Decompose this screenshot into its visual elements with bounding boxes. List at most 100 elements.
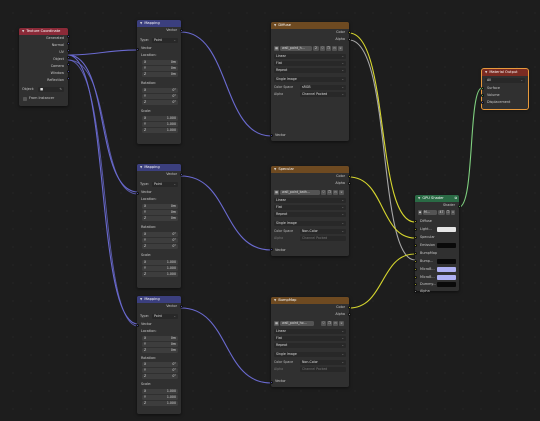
collapse-arrow-icon[interactable]: ▼ [140, 20, 142, 27]
location-z[interactable]: Z 0m [142, 348, 178, 353]
type-dropdown[interactable]: Point ⌄ [152, 182, 178, 187]
socket-reflection[interactable] [66, 77, 70, 80]
color-space-dropdown[interactable]: sRGB ⌄ [300, 85, 346, 90]
socket-mapping2-out[interactable] [179, 173, 183, 176]
from-instancer-checkbox[interactable] [23, 97, 27, 101]
scale-z[interactable]: Z 1.000 [142, 272, 178, 277]
socket-gpu-microbump-1[interactable] [413, 268, 417, 271]
collapse-arrow-icon[interactable]: ▼ [22, 28, 24, 35]
bump-swatch[interactable] [437, 259, 456, 264]
emission-swatch[interactable] [437, 243, 456, 248]
scale-x[interactable]: X 1.000 [142, 116, 178, 121]
collapse-arrow-icon[interactable]: ▼ [485, 69, 487, 76]
group-name-field[interactable]: M... [423, 210, 437, 215]
rotation-z[interactable]: Z 0° [142, 374, 178, 379]
socket-specular-color[interactable] [347, 175, 351, 178]
socket-uv[interactable] [66, 49, 70, 52]
node-header[interactable]: ▼ Mapping [137, 164, 181, 171]
projection-dropdown[interactable]: Flat ⌄ [274, 205, 346, 210]
node-editor-canvas[interactable]: ▼ Texture Coordinate Generated Normal UV … [0, 0, 540, 421]
light-swatch[interactable] [437, 227, 456, 232]
socket-gpu-light[interactable] [413, 228, 417, 231]
socket-mapping1-in[interactable] [135, 48, 139, 51]
location-x[interactable]: X 0m [142, 336, 178, 341]
open-folder-icon[interactable]: ▭ [333, 190, 338, 195]
unlink-x-icon[interactable]: × [339, 190, 344, 195]
image-texture-diffuse[interactable]: ▼ Diffuse Color Alpha ▦ wall_paint_h... 2… [271, 22, 349, 141]
open-folder-icon[interactable]: ▭ [332, 46, 337, 51]
image-texture-bumpmap[interactable]: ▼ BumpMap Color Alpha ▦ wall_paint_ho... … [271, 297, 349, 387]
socket-object[interactable] [66, 56, 70, 59]
fake-user-shield-icon[interactable]: ⛉ [320, 46, 325, 51]
source-dropdown[interactable]: Single Image ⌄ [274, 352, 346, 357]
extension-dropdown[interactable]: Repeat ⌄ [274, 212, 346, 217]
socket-gpu-specular[interactable] [413, 236, 417, 239]
unlink-x-icon[interactable]: × [338, 46, 343, 51]
socket-bumpmap-alpha[interactable] [347, 313, 351, 316]
socket-diffuse-color[interactable] [347, 31, 351, 34]
microbump-2-swatch[interactable] [437, 275, 456, 280]
socket-bumpmap-color[interactable] [347, 306, 351, 309]
image-texture-specular[interactable]: ▼ Specular Color Alpha ▦ wall_paint_bath.… [271, 166, 349, 256]
fake-user-shield-icon[interactable]: ⛉ [321, 321, 326, 326]
group-users-count[interactable]: 47 [438, 210, 445, 215]
image-name-field[interactable]: wall_paint_ho... [280, 321, 314, 326]
node-header[interactable]: ▼ Specular [271, 166, 349, 173]
dummy-swatch[interactable] [437, 282, 456, 287]
socket-gpu-bumpmap[interactable] [413, 252, 417, 255]
scale-y[interactable]: Y 1.000 [142, 395, 178, 400]
location-y[interactable]: Y 0m [142, 66, 178, 71]
socket-output-volume[interactable] [480, 94, 484, 97]
socket-window[interactable] [66, 70, 70, 73]
image-users-count[interactable]: 2 [313, 46, 319, 51]
rotation-x[interactable]: X 0° [142, 88, 178, 93]
collapse-arrow-icon[interactable]: ▼ [274, 166, 276, 173]
material-output-node[interactable]: ▼ Material Output All ⌄ Surface Volume Dis… [481, 68, 529, 110]
node-header[interactable]: ▼ Material Output [482, 69, 528, 76]
collapse-arrow-icon[interactable]: ▼ [274, 297, 276, 304]
image-name-field[interactable]: wall_paint_bath... [280, 190, 320, 195]
duplicate-icon[interactable]: ❐ [327, 190, 332, 195]
interpolation-dropdown[interactable]: Linear ⌄ [274, 54, 346, 59]
scale-z[interactable]: Z 1.000 [142, 128, 178, 133]
node-header[interactable]: ▼ GPU Shader ⧉ [415, 195, 459, 202]
socket-specular-vector[interactable] [269, 248, 273, 251]
socket-gpu-emission[interactable] [413, 244, 417, 247]
socket-mapping3-in[interactable] [135, 324, 139, 327]
location-z[interactable]: Z 0m [142, 72, 178, 77]
location-y[interactable]: Y 0m [142, 210, 178, 215]
unlink-x-icon[interactable]: × [339, 321, 344, 326]
duplicate-icon[interactable]: ❐ [446, 210, 450, 215]
collapse-arrow-icon[interactable]: ▼ [140, 296, 142, 303]
rotation-z[interactable]: Z 0° [142, 100, 178, 105]
rotation-x[interactable]: X 0° [142, 362, 178, 367]
image-browse-icon[interactable]: ▦ [274, 321, 279, 326]
node-group-icon[interactable]: ⧉ [455, 195, 457, 202]
group-browse-icon[interactable]: ◆ [418, 210, 422, 215]
location-x[interactable]: X 0m [142, 204, 178, 209]
gpu-shader-node[interactable]: ▼ GPU Shader ⧉ Shader ◆ M... 47 ❐ × Diffus… [415, 195, 459, 291]
projection-dropdown[interactable]: Flat ⌄ [274, 61, 346, 66]
socket-specular-alpha[interactable] [347, 182, 351, 185]
unlink-x-icon[interactable]: × [451, 210, 455, 215]
rotation-y[interactable]: Y 0° [142, 94, 178, 99]
projection-dropdown[interactable]: Flat ⌄ [274, 336, 346, 341]
socket-gpu-diffuse[interactable] [413, 220, 417, 223]
socket-gpu-microbump-2[interactable] [413, 276, 417, 279]
type-dropdown[interactable]: Point ⌄ [152, 314, 178, 319]
socket-gpu-dummy[interactable] [413, 283, 417, 286]
scale-x[interactable]: X 1.000 [142, 389, 178, 394]
type-dropdown[interactable]: Point ⌄ [152, 38, 178, 43]
image-browse-icon[interactable]: ▦ [274, 190, 279, 195]
socket-diffuse-alpha[interactable] [347, 38, 351, 41]
source-dropdown[interactable]: Single Image ⌄ [274, 77, 346, 82]
node-header[interactable]: ▼ Mapping [137, 20, 181, 27]
color-space-dropdown[interactable]: Non-Color ⌄ [300, 360, 346, 365]
socket-gpu-shader-out[interactable] [457, 205, 461, 208]
socket-generated[interactable] [66, 35, 70, 38]
socket-output-surface[interactable] [480, 87, 484, 90]
location-x[interactable]: X 0m [142, 60, 178, 65]
microbump-1-swatch[interactable] [437, 267, 456, 272]
rotation-y[interactable]: Y 0° [142, 368, 178, 373]
image-browse-icon[interactable]: ▦ [274, 46, 279, 51]
